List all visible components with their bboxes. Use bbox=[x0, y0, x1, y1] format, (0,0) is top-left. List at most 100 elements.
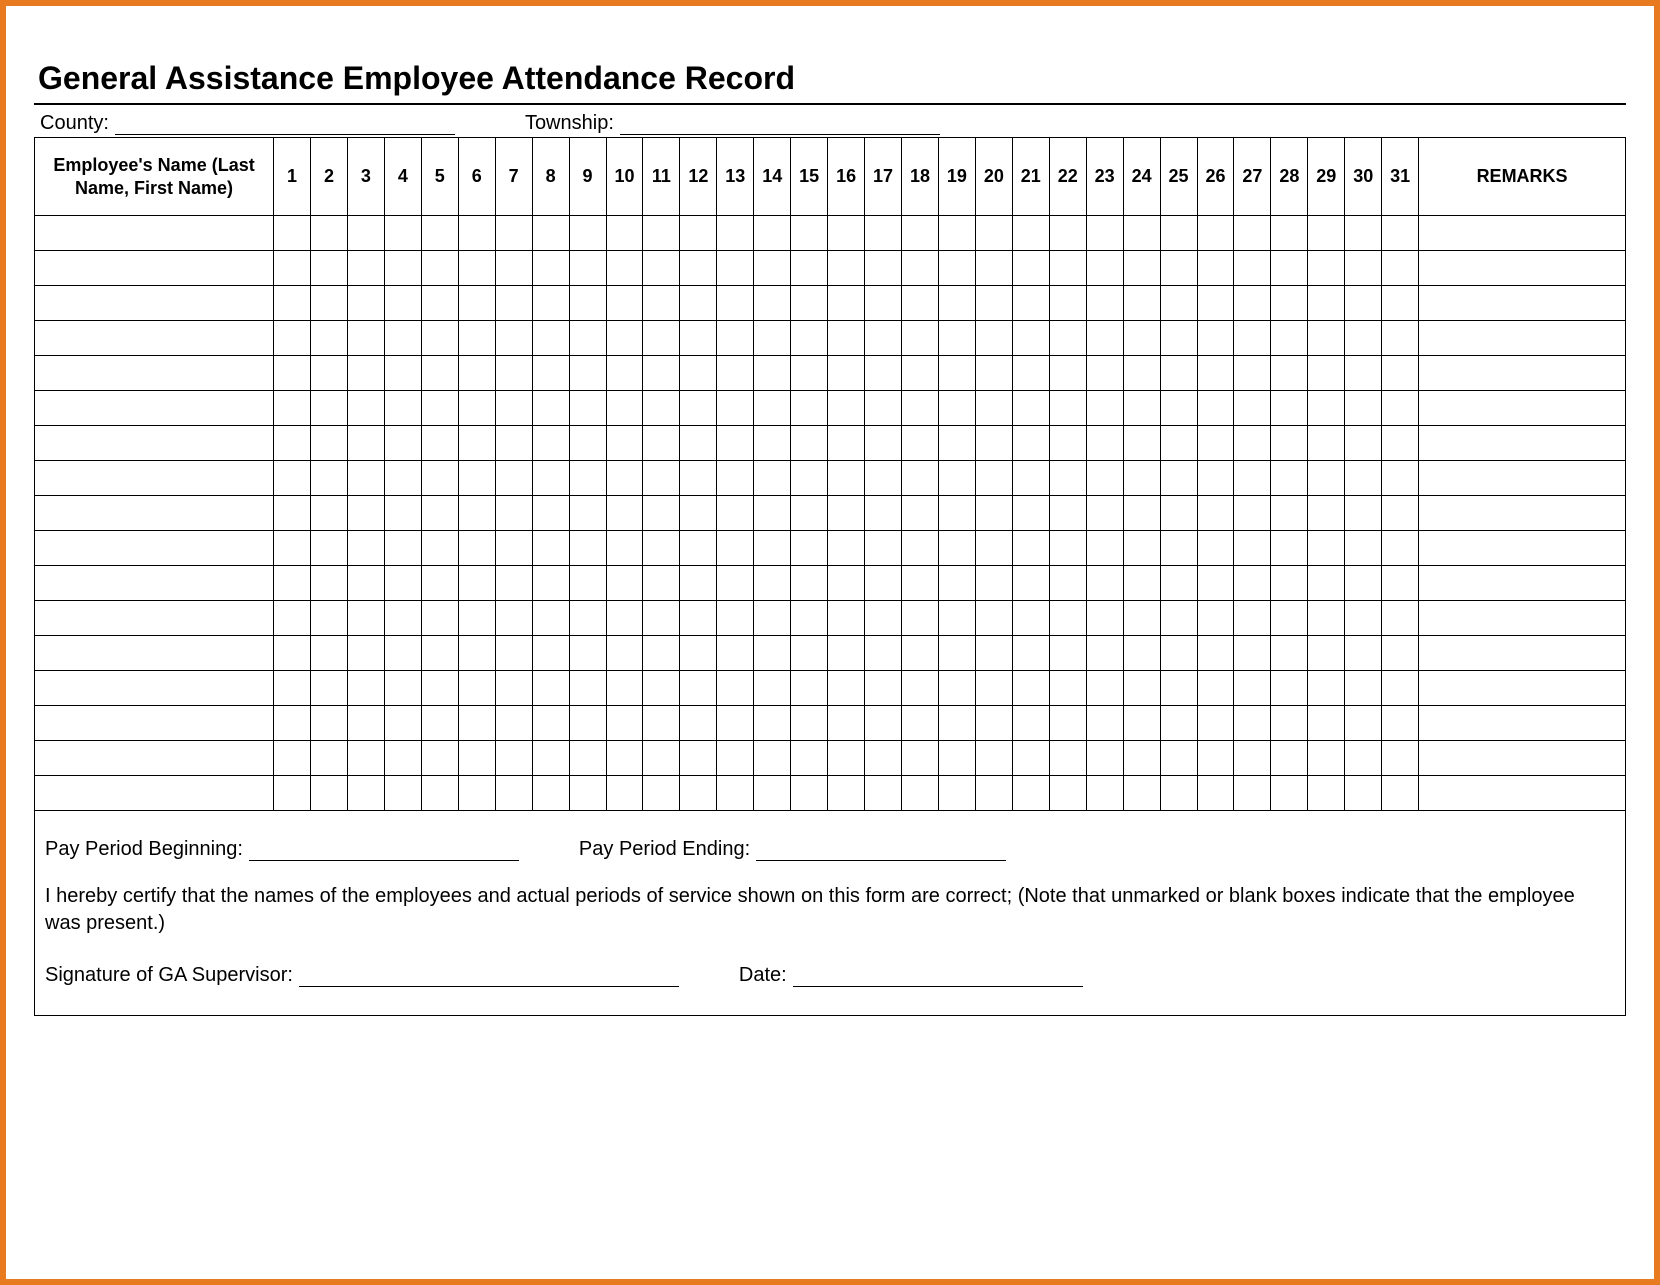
cell-day[interactable] bbox=[421, 566, 458, 601]
cell-day[interactable] bbox=[828, 531, 865, 566]
cell-day[interactable] bbox=[754, 741, 791, 776]
cell-day[interactable] bbox=[606, 286, 643, 321]
cell-day[interactable] bbox=[865, 636, 902, 671]
cell-day[interactable] bbox=[1271, 426, 1308, 461]
cell-day[interactable] bbox=[1271, 601, 1308, 636]
cell-day[interactable] bbox=[754, 391, 791, 426]
cell-day[interactable] bbox=[1197, 496, 1234, 531]
cell-day[interactable] bbox=[1160, 321, 1197, 356]
cell-day[interactable] bbox=[1197, 671, 1234, 706]
cell-day[interactable] bbox=[1049, 776, 1086, 811]
cell-day[interactable] bbox=[680, 321, 717, 356]
cell-day[interactable] bbox=[1160, 461, 1197, 496]
cell-day[interactable] bbox=[1308, 391, 1345, 426]
cell-day[interactable] bbox=[938, 356, 975, 391]
cell-day[interactable] bbox=[1382, 321, 1419, 356]
cell-day[interactable] bbox=[643, 426, 680, 461]
cell-day[interactable] bbox=[1123, 426, 1160, 461]
cell-day[interactable] bbox=[754, 286, 791, 321]
cell-day[interactable] bbox=[606, 776, 643, 811]
cell-day[interactable] bbox=[1382, 251, 1419, 286]
cell-day[interactable] bbox=[754, 531, 791, 566]
cell-day[interactable] bbox=[1086, 286, 1123, 321]
cell-day[interactable] bbox=[1012, 636, 1049, 671]
cell-day[interactable] bbox=[938, 566, 975, 601]
cell-day[interactable] bbox=[1382, 461, 1419, 496]
cell-day[interactable] bbox=[495, 741, 532, 776]
cell-day[interactable] bbox=[1382, 496, 1419, 531]
cell-day[interactable] bbox=[1012, 531, 1049, 566]
cell-day[interactable] bbox=[384, 391, 421, 426]
cell-day[interactable] bbox=[347, 216, 384, 251]
cell-day[interactable] bbox=[754, 216, 791, 251]
cell-day[interactable] bbox=[1086, 636, 1123, 671]
cell-day[interactable] bbox=[384, 636, 421, 671]
cell-day[interactable] bbox=[1271, 496, 1308, 531]
cell-day[interactable] bbox=[1308, 741, 1345, 776]
cell-day[interactable] bbox=[975, 461, 1012, 496]
cell-day[interactable] bbox=[1234, 566, 1271, 601]
cell-day[interactable] bbox=[828, 671, 865, 706]
cell-day[interactable] bbox=[569, 356, 606, 391]
cell-day[interactable] bbox=[975, 216, 1012, 251]
cell-day[interactable] bbox=[1086, 426, 1123, 461]
cell-day[interactable] bbox=[902, 426, 939, 461]
cell-day[interactable] bbox=[828, 321, 865, 356]
cell-day[interactable] bbox=[458, 356, 495, 391]
cell-day[interactable] bbox=[643, 251, 680, 286]
cell-day[interactable] bbox=[532, 286, 569, 321]
cell-day[interactable] bbox=[1197, 636, 1234, 671]
cell-day[interactable] bbox=[1197, 356, 1234, 391]
cell-day[interactable] bbox=[274, 461, 311, 496]
cell-day[interactable] bbox=[865, 566, 902, 601]
cell-day[interactable] bbox=[828, 426, 865, 461]
cell-day[interactable] bbox=[1160, 601, 1197, 636]
cell-day[interactable] bbox=[421, 356, 458, 391]
cell-day[interactable] bbox=[1049, 566, 1086, 601]
cell-day[interactable] bbox=[606, 391, 643, 426]
cell-day[interactable] bbox=[1271, 216, 1308, 251]
cell-day[interactable] bbox=[1345, 706, 1382, 741]
cell-day[interactable] bbox=[1197, 391, 1234, 426]
cell-day[interactable] bbox=[975, 321, 1012, 356]
cell-day[interactable] bbox=[569, 251, 606, 286]
cell-day[interactable] bbox=[274, 601, 311, 636]
cell-day[interactable] bbox=[384, 461, 421, 496]
cell-day[interactable] bbox=[274, 391, 311, 426]
cell-remarks[interactable] bbox=[1419, 636, 1626, 671]
cell-day[interactable] bbox=[1012, 566, 1049, 601]
cell-day[interactable] bbox=[384, 321, 421, 356]
cell-day[interactable] bbox=[902, 356, 939, 391]
cell-day[interactable] bbox=[1271, 671, 1308, 706]
cell-day[interactable] bbox=[1086, 741, 1123, 776]
cell-day[interactable] bbox=[902, 776, 939, 811]
cell-day[interactable] bbox=[1012, 461, 1049, 496]
cell-day[interactable] bbox=[1234, 776, 1271, 811]
cell-day[interactable] bbox=[975, 286, 1012, 321]
cell-day[interactable] bbox=[938, 706, 975, 741]
cell-day[interactable] bbox=[865, 531, 902, 566]
cell-day[interactable] bbox=[495, 776, 532, 811]
cell-day[interactable] bbox=[384, 566, 421, 601]
cell-day[interactable] bbox=[1123, 741, 1160, 776]
cell-day[interactable] bbox=[1308, 216, 1345, 251]
cell-day[interactable] bbox=[680, 706, 717, 741]
cell-day[interactable] bbox=[1012, 251, 1049, 286]
cell-day[interactable] bbox=[1345, 601, 1382, 636]
cell-day[interactable] bbox=[384, 706, 421, 741]
cell-day[interactable] bbox=[717, 636, 754, 671]
cell-day[interactable] bbox=[1160, 356, 1197, 391]
signature-input-line[interactable] bbox=[299, 963, 679, 987]
cell-day[interactable] bbox=[1012, 321, 1049, 356]
cell-day[interactable] bbox=[347, 496, 384, 531]
cell-day[interactable] bbox=[680, 356, 717, 391]
cell-day[interactable] bbox=[1086, 216, 1123, 251]
cell-day[interactable] bbox=[1160, 496, 1197, 531]
cell-day[interactable] bbox=[1271, 706, 1308, 741]
cell-day[interactable] bbox=[347, 706, 384, 741]
cell-day[interactable] bbox=[902, 216, 939, 251]
cell-day[interactable] bbox=[495, 251, 532, 286]
cell-day[interactable] bbox=[495, 216, 532, 251]
cell-day[interactable] bbox=[1308, 426, 1345, 461]
cell-day[interactable] bbox=[1049, 461, 1086, 496]
